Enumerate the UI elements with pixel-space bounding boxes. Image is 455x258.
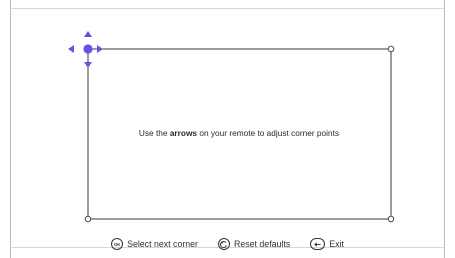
corner-top-right[interactable] <box>387 45 395 53</box>
exit-hint[interactable]: Exit <box>310 238 344 250</box>
instruction-text: Use the arrows on your remote to adjust … <box>138 128 340 138</box>
select-next-corner-label: Select next corner <box>127 239 198 249</box>
ok-icon: OK <box>111 238 124 250</box>
instruction-emphasis: arrows <box>169 128 198 138</box>
corner-bottom-left[interactable] <box>84 215 92 223</box>
corner-handle[interactable] <box>83 44 93 54</box>
reset-icon <box>217 238 230 250</box>
hint-bar: OK Select next corner Reset defaults Exi… <box>0 237 455 251</box>
select-next-corner-hint[interactable]: OK Select next corner <box>111 238 198 250</box>
corner-bottom-right[interactable] <box>387 215 395 223</box>
arrow-left-icon <box>68 45 74 53</box>
arrow-up-icon <box>84 31 92 37</box>
back-arrow-icon <box>310 238 326 250</box>
arrow-down-icon <box>84 62 92 68</box>
arrow-right-icon <box>97 45 103 53</box>
reset-defaults-hint[interactable]: Reset defaults <box>217 238 291 250</box>
active-corner-top-left[interactable] <box>68 31 103 68</box>
reset-defaults-label: Reset defaults <box>233 239 291 249</box>
exit-label: Exit <box>329 239 344 249</box>
